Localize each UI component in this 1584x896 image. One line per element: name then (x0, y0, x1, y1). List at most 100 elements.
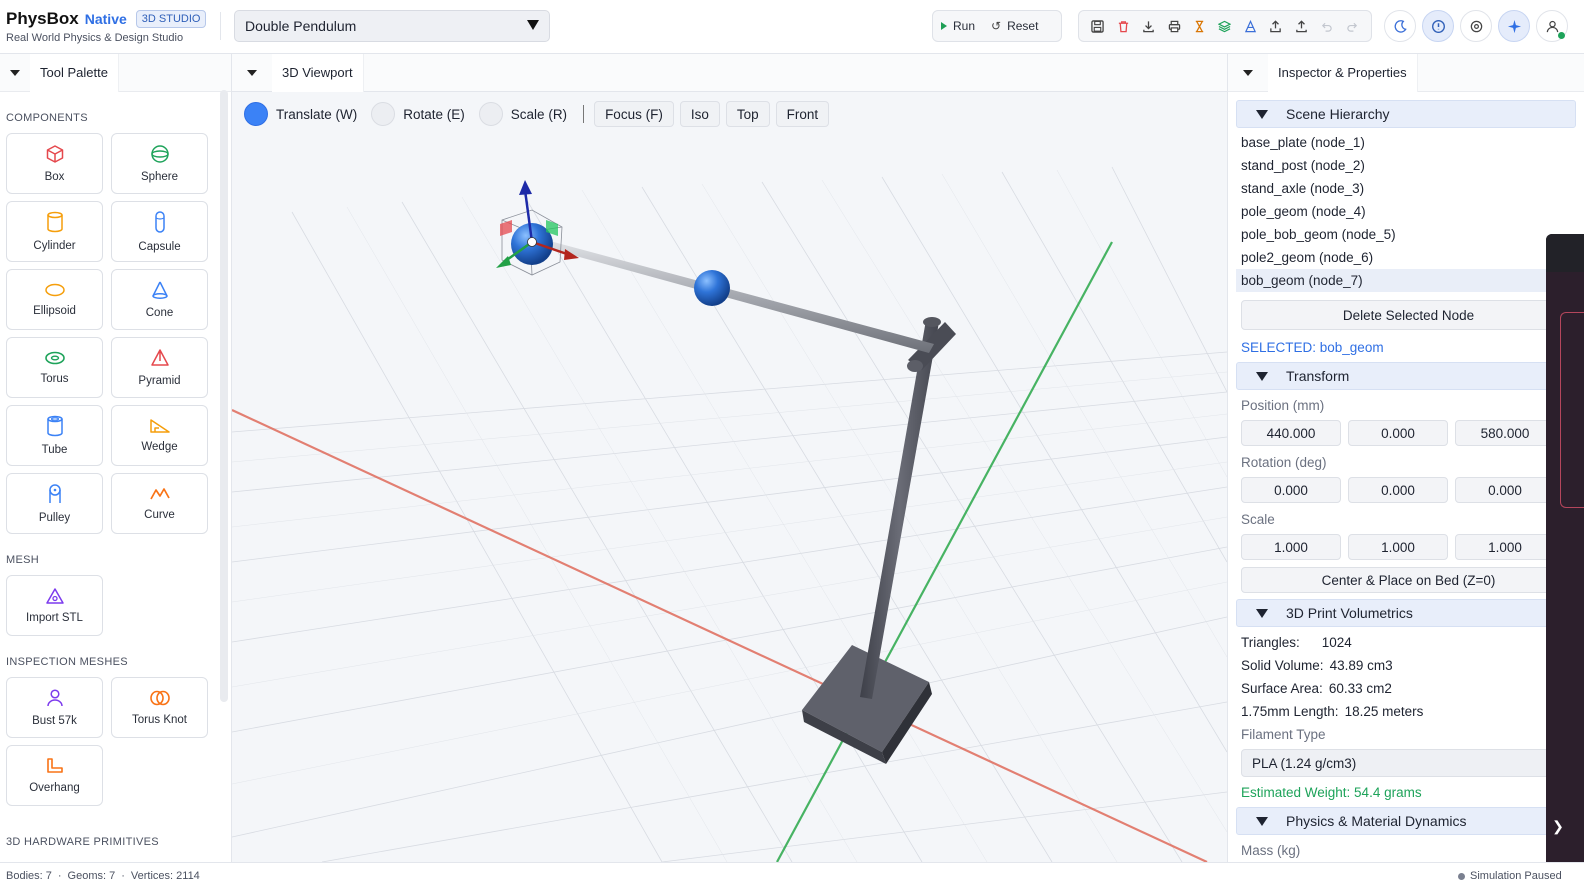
layers-icon[interactable] (1217, 18, 1233, 34)
center-place-button[interactable]: Center & Place on Bed (Z=0) (1241, 567, 1576, 593)
inspector-collapse-toggle[interactable] (1228, 69, 1268, 76)
tab-3d-viewport[interactable]: 3D Viewport (272, 54, 364, 92)
target-icon[interactable] (1460, 10, 1492, 42)
scene-select[interactable]: Double Pendulum (234, 10, 550, 42)
scale-z-input[interactable]: 1.000 (1455, 534, 1555, 560)
hierarchy-node[interactable]: pole_bob_geom (node_5) (1236, 223, 1576, 246)
rotation-y-input[interactable]: 0.000 (1348, 477, 1448, 503)
status-stats: Bodies: 7 · Geoms: 7 · Vertices: 2114 (6, 870, 200, 882)
scrollbar[interactable] (220, 90, 228, 702)
info-icon[interactable] (1422, 10, 1454, 42)
tile-label: Import STL (26, 612, 83, 624)
tile-ellipsoid[interactable]: Ellipsoid (6, 269, 103, 330)
trash-icon[interactable] (1115, 18, 1131, 34)
run-button[interactable]: Run (933, 11, 983, 41)
tile-overhang[interactable]: Overhang (6, 745, 103, 806)
hierarchy-node[interactable]: stand_post (node_2) (1236, 154, 1576, 177)
reset-button[interactable]: ↺ Reset (983, 11, 1046, 41)
mode-rotate[interactable]: Rotate (E) (369, 100, 471, 128)
position-x-input[interactable]: 440.000 (1241, 420, 1341, 446)
sparkle-icon[interactable] (1498, 10, 1530, 42)
tile-import-stl[interactable]: Import STL (6, 575, 103, 636)
export-icon[interactable] (1268, 18, 1284, 34)
viewport-collapse-toggle[interactable] (232, 69, 272, 76)
side-drawer[interactable] (1546, 234, 1584, 862)
moon-icon[interactable] (1384, 10, 1416, 42)
volumetrics-header[interactable]: 3D Print Volumetrics (1236, 599, 1576, 627)
rotation-x-input[interactable]: 0.000 (1241, 477, 1341, 503)
filament-type-select[interactable]: PLA (1.24 g/cm3) (1241, 749, 1576, 777)
stat-label: Triangles: (1241, 635, 1300, 650)
position-z-input[interactable]: 580.000 (1455, 420, 1555, 446)
hierarchy-node[interactable]: base_plate (node_1) (1236, 131, 1576, 154)
hierarchy-node[interactable]: pole2_geom (node_6) (1236, 246, 1576, 269)
viewport-panel: 3D Viewport Translate (W) Rotate (E) Sca… (232, 54, 1227, 862)
tile-capsule[interactable]: Capsule (111, 201, 208, 262)
hierarchy-node[interactable]: pole_geom (node_4) (1236, 200, 1576, 223)
simulation-status-text: Simulation Paused (1470, 870, 1562, 882)
viewport-toolbar: Translate (W) Rotate (E) Scale (R) Focus… (242, 100, 830, 128)
download-icon[interactable] (1141, 18, 1157, 34)
drawer-header (1546, 234, 1584, 272)
hourglass-icon[interactable] (1192, 18, 1208, 34)
3d-scene[interactable] (232, 92, 1227, 862)
cylinder-icon (46, 211, 63, 233)
capsule-icon (154, 211, 165, 233)
delete-node-button[interactable]: Delete Selected Node (1241, 300, 1576, 330)
tile-tube[interactable]: Tube (6, 405, 103, 466)
rotation-z-input[interactable]: 0.000 (1455, 477, 1555, 503)
header-divider (220, 12, 221, 40)
position-y-input[interactable]: 0.000 (1348, 420, 1448, 446)
mode-translate[interactable]: Translate (W) (242, 100, 363, 128)
user-icon[interactable] (1536, 10, 1568, 42)
tile-pulley[interactable]: Pulley (6, 473, 103, 534)
expand-icon (1256, 608, 1268, 618)
tile-wedge[interactable]: Wedge (111, 405, 208, 466)
print-icon[interactable] (1166, 18, 1182, 34)
undo-icon[interactable] (1319, 18, 1335, 34)
tile-label: Bust 57k (32, 715, 77, 727)
mode-scale[interactable]: Scale (R) (477, 100, 573, 128)
scale-label: Scale (1241, 511, 1275, 527)
upload-icon[interactable] (1293, 18, 1309, 34)
tile-pyramid[interactable]: Pyramid (111, 337, 208, 398)
slice-icon[interactable] (1242, 18, 1258, 34)
view-iso-button[interactable]: Iso (679, 101, 720, 127)
view-focus-button[interactable]: Focus (F) (594, 101, 674, 127)
scale-y-input[interactable]: 1.000 (1348, 534, 1448, 560)
selected-node-text: SELECTED: bob_geom (1241, 339, 1384, 355)
save-icon[interactable] (1090, 18, 1106, 34)
hierarchy-node[interactable]: stand_axle (node_3) (1236, 177, 1576, 200)
transform-header[interactable]: Transform (1236, 362, 1576, 390)
triangles-stat: Triangles: 1024 (1236, 631, 1576, 654)
physics-header[interactable]: Physics & Material Dynamics (1236, 807, 1576, 835)
gizmo-center[interactable] (527, 237, 537, 247)
tile-cone[interactable]: Cone (111, 269, 208, 330)
tile-curve[interactable]: Curve (111, 473, 208, 534)
tile-torus-knot[interactable]: Torus Knot (111, 677, 208, 738)
hierarchy-node-selected[interactable]: bob_geom (node_7) (1236, 269, 1576, 292)
tile-box[interactable]: Box (6, 133, 103, 194)
tile-label: Sphere (140, 171, 179, 183)
scale-x-input[interactable]: 1.000 (1241, 534, 1341, 560)
drawer-handle[interactable]: ❯ (1548, 806, 1568, 846)
tile-torus[interactable]: Torus (6, 337, 103, 398)
mode-label: Rotate (E) (403, 106, 465, 122)
scene-hierarchy-header[interactable]: Scene Hierarchy (1236, 100, 1576, 128)
redo-icon[interactable] (1344, 18, 1360, 34)
tile-bust-57k[interactable]: Bust 57k (6, 677, 103, 738)
chevron-down-icon (527, 20, 539, 30)
tab-inspector[interactable]: Inspector & Properties (1268, 54, 1418, 92)
view-top-button[interactable]: Top (725, 101, 770, 127)
brand: PhysBox Native 3D STUDIO Real World Phys… (6, 9, 207, 44)
tile-cylinder[interactable]: Cylinder (6, 201, 103, 262)
play-icon (941, 22, 947, 30)
panel-collapse-toggle[interactable] (0, 69, 30, 76)
stand-post-top (923, 317, 941, 327)
sphere-icon (150, 145, 169, 163)
view-front-button[interactable]: Front (775, 101, 830, 127)
tab-tool-palette[interactable]: Tool Palette (30, 54, 119, 92)
tile-sphere[interactable]: Sphere (111, 133, 208, 194)
box-icon (46, 145, 63, 163)
section-header-label: Physics & Material Dynamics (1286, 813, 1467, 829)
